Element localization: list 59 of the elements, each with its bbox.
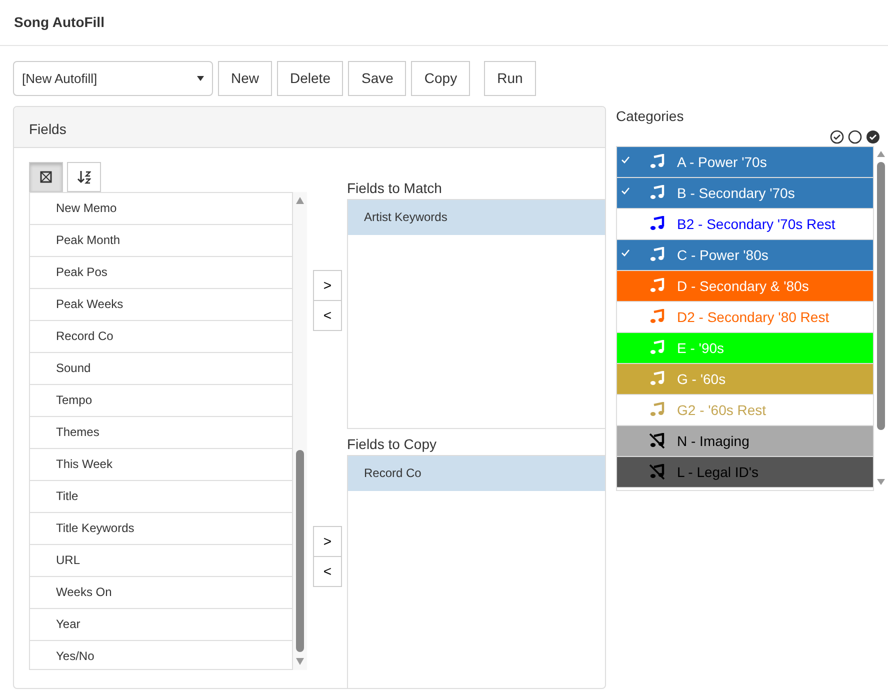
section-label: Fields to Match [347, 179, 443, 198]
move-left-button[interactable]: < [313, 300, 342, 331]
field-list-item[interactable]: Title Keywords [30, 513, 292, 545]
field-list-item[interactable]: Peak Month [30, 225, 292, 257]
scrollbar[interactable] [293, 192, 307, 670]
muted-note-icon [649, 433, 665, 449]
field-list-item[interactable]: Yes/No [30, 641, 292, 669]
check-icon [621, 187, 630, 196]
music-note-icon [649, 247, 665, 262]
category-item[interactable]: A - Power '70s [617, 147, 873, 178]
toolbar-button[interactable]: Save [348, 61, 406, 96]
field-list-item[interactable]: Sound [30, 353, 292, 385]
circle-icon[interactable] [848, 130, 862, 144]
music-note-icon [649, 154, 665, 169]
music-note-icon [649, 185, 665, 200]
section-label: Fields to Copy [347, 435, 438, 454]
toolbar-button[interactable]: Run [484, 61, 536, 96]
music-note-icon [649, 371, 665, 386]
field-box-item[interactable]: Artist Keywords [348, 200, 605, 235]
fit-icon [39, 170, 53, 184]
field-list-item[interactable]: Year [30, 609, 292, 641]
music-note-icon [649, 402, 665, 417]
fit-button[interactable] [29, 162, 63, 192]
toolbar-button[interactable]: Delete [277, 61, 344, 96]
check-icon [621, 249, 630, 258]
move-left-button[interactable]: < [313, 556, 342, 587]
music-note-icon [649, 216, 665, 231]
category-item[interactable]: N - Imaging [617, 426, 873, 457]
toolbar-button[interactable]: Copy [411, 61, 470, 96]
music-note-icon [649, 278, 665, 293]
category-item[interactable]: C - Power '80s [617, 240, 873, 271]
field-list-item[interactable]: Tempo [30, 385, 292, 417]
check-circle-icon[interactable] [866, 130, 880, 144]
field-box-item[interactable]: Record Co [348, 456, 605, 491]
field-list-item[interactable]: New Memo [30, 193, 292, 225]
sort-button[interactable] [67, 162, 101, 192]
categories-title: Categories [616, 107, 685, 126]
muted-note-icon [649, 464, 665, 480]
field-list-item[interactable]: Themes [30, 417, 292, 449]
field-list-item[interactable]: Title [30, 481, 292, 513]
field-list-item[interactable]: Record Co [30, 321, 292, 353]
toolbar-button[interactable]: New [218, 61, 272, 96]
check-icon [621, 156, 630, 164]
move-right-button[interactable]: > [313, 526, 342, 557]
autofill-dropdown[interactable]: [New Autofill] [13, 61, 213, 96]
field-list-item[interactable]: Weeks On [30, 577, 292, 609]
music-note-icon [649, 309, 665, 324]
caret-icon [197, 76, 204, 81]
sort-icon [77, 170, 91, 184]
field-list-item[interactable]: Peak Pos [30, 257, 292, 289]
music-note-icon [649, 340, 665, 355]
move-right-button[interactable]: > [313, 270, 342, 301]
field-list-item[interactable]: Peak Weeks [30, 289, 292, 321]
check-all-icon[interactable] [830, 130, 844, 144]
panel-title: Fields [29, 121, 66, 137]
category-item[interactable]: B - Secondary '70s [617, 178, 873, 209]
field-list-item[interactable]: URL [30, 545, 292, 577]
window-title: Song AutoFill [0, 0, 888, 46]
field-list-item[interactable]: This Week [30, 449, 292, 481]
